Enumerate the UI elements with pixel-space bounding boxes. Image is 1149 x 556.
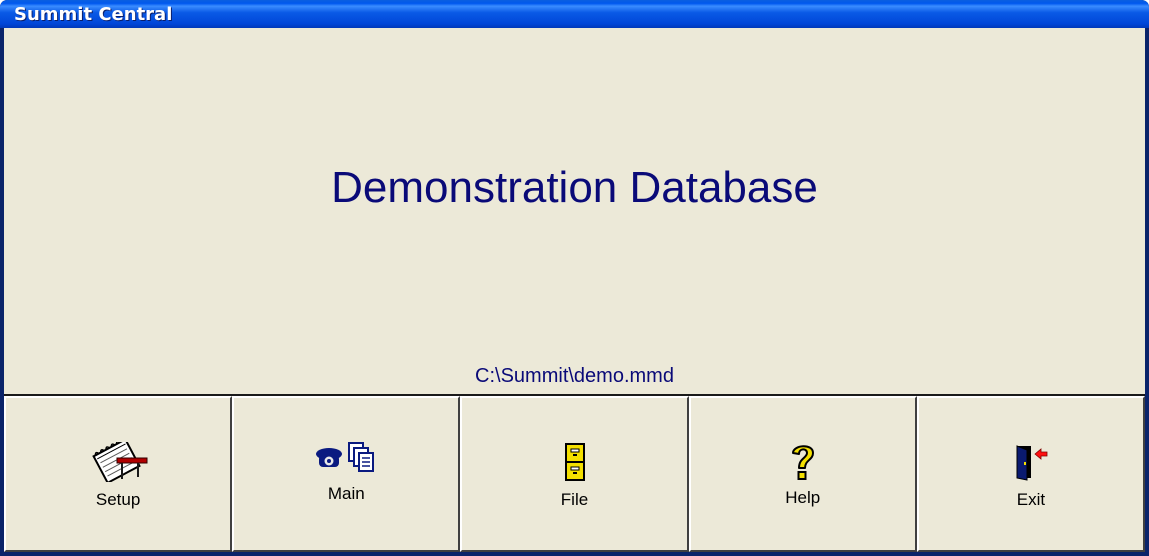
phone-documents-icon: [234, 438, 458, 478]
exit-button[interactable]: Exit: [916, 396, 1146, 552]
button-bar: Setup Main File Help Exit: [4, 396, 1146, 552]
setup-notepad-icon: [6, 442, 230, 482]
file-label: File: [560, 490, 589, 509]
database-path: C:\Summit\demo.mmd: [475, 365, 674, 387]
file-cabinet-icon: [462, 442, 686, 482]
setup-label: Setup: [95, 490, 141, 509]
exit-door-icon: [919, 442, 1143, 482]
exit-label: Exit: [1016, 490, 1046, 509]
question-mark-icon: [691, 442, 915, 482]
setup-button[interactable]: Setup: [4, 396, 233, 552]
main-label: Main: [327, 484, 365, 503]
main-button[interactable]: Main: [232, 396, 461, 552]
title-bar[interactable]: Summit Central: [0, 0, 1149, 28]
database-name: Demonstration Database: [331, 163, 818, 212]
main-panel: Demonstration Database C:\Summit\demo.mm…: [4, 28, 1146, 552]
window-title: Summit Central: [14, 4, 173, 25]
file-button[interactable]: File: [460, 396, 689, 552]
help-label: Help: [785, 488, 821, 507]
app-window: Summit Central Demonstration Database C:…: [0, 0, 1149, 556]
help-button[interactable]: Help: [688, 396, 917, 552]
